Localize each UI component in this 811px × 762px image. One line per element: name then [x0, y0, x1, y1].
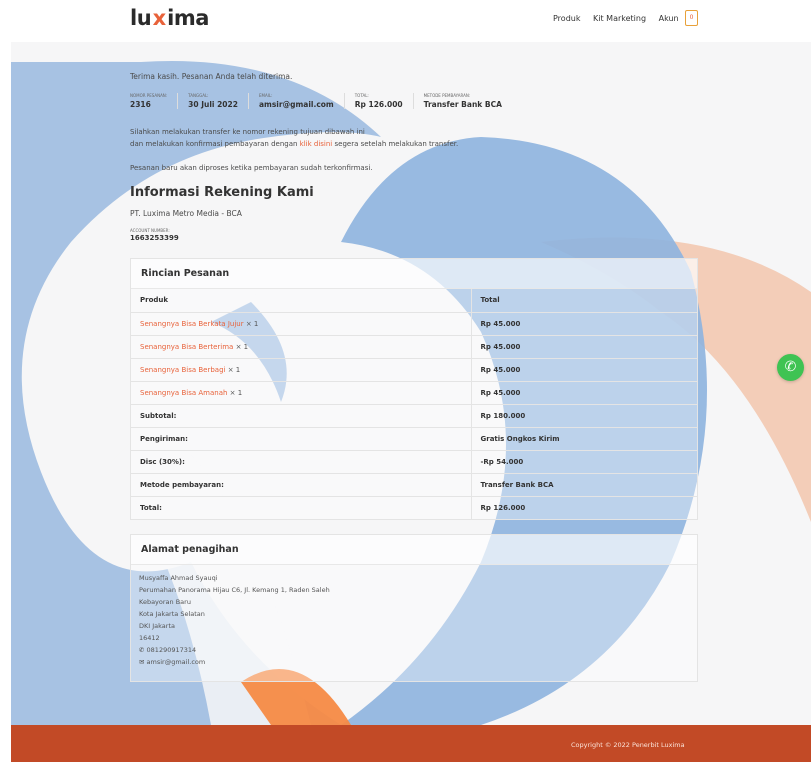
product-link[interactable]: Senangnya Bisa Berbagi [140, 366, 225, 374]
bank-info-title: Informasi Rekening Kami [130, 185, 314, 200]
order-payment-method: METODE PEMBAYARAN: Transfer Bank BCA [412, 93, 512, 109]
site-header: luxima Produk Kit Marketing Akun 0 [0, 0, 811, 42]
billing-postcode: 16412 [139, 634, 160, 642]
site-footer: Copyright © 2022 Penerbit Luxima [11, 725, 811, 762]
whatsapp-chat-icon[interactable]: ✆ [777, 354, 804, 381]
email-icon: ✉ [139, 658, 145, 666]
billing-city: Kota Jakarta Selatan [139, 610, 205, 618]
summary-row-shipping: Pengiriman: Gratis Ongkos Kirim [131, 427, 697, 451]
account-number-label: ACCOUNT NUMBER: [130, 228, 170, 233]
account-number: 1663253399 [130, 234, 179, 242]
product-link[interactable]: Senangnya Bisa Berkata Jujur [140, 320, 244, 328]
bank-account-name: PT. Luxima Metro Media - BCA [130, 209, 242, 218]
billing-address: Musyaffa Ahmad Syauqi Perumahan Panorama… [131, 565, 697, 668]
nav-produk[interactable]: Produk [553, 14, 580, 23]
product-link[interactable]: Senangnya Bisa Berterima [140, 343, 233, 351]
copyright-text: Copyright © 2022 Penerbit Luxima [571, 741, 685, 749]
col-total: Total [470, 289, 697, 313]
thank-you-message: Terima kasih. Pesanan Anda telah diterim… [130, 72, 293, 81]
order-email: EMAIL: amsir@gmail.com [247, 93, 344, 109]
product-link[interactable]: Senangnya Bisa Amanah [140, 389, 227, 397]
order-total: TOTAL: Rp 126.000 [343, 93, 413, 109]
order-details-table: Produk Total Senangnya Bisa Berkata Juju… [131, 289, 697, 520]
table-header-row: Produk Total [131, 289, 697, 313]
cart-icon[interactable]: 0 [685, 10, 698, 26]
billing-district: Kebayoran Baru [139, 598, 191, 606]
order-overview: NOMOR PESANAN: 2316 TANGGAL: 30 Juli 202… [130, 93, 512, 109]
table-row: Senangnya Bisa Berkata Jujur × 1 Rp 45.0… [131, 312, 697, 336]
confirmation-instruction: dan melakukan konfirmasi pembayaran deng… [130, 140, 459, 148]
nav-akun[interactable]: Akun [659, 14, 679, 23]
summary-row-total: Total: Rp 126.000 [131, 496, 697, 520]
logo-x-mark: x [152, 6, 167, 30]
processing-note: Pesanan baru akan diproses ketika pembay… [130, 164, 373, 172]
billing-street: Perumahan Panorama Hijau C6, Jl. Kemang … [139, 586, 330, 594]
billing-name: Musyaffa Ahmad Syauqi [139, 574, 218, 582]
billing-email: ✉ amsir@gmail.com [139, 658, 206, 666]
billing-phone: ✆ 081290917314 [139, 646, 197, 654]
order-number: NOMOR PESANAN: 2316 [130, 93, 168, 109]
order-content: Terima kasih. Pesanan Anda telah diterim… [11, 42, 811, 725]
nav-kit-marketing[interactable]: Kit Marketing [593, 14, 646, 23]
transfer-instruction: Silahkan melakukan transfer ke nomor rek… [130, 128, 365, 136]
table-row: Senangnya Bisa Berbagi × 1 Rp 45.000 [131, 358, 697, 382]
main-nav: Produk Kit Marketing Akun [553, 14, 689, 23]
luxima-logo[interactable]: luxima [130, 6, 209, 30]
col-product: Produk [131, 289, 471, 313]
billing-province: DKI Jakarta [139, 622, 175, 630]
phone-icon: ✆ [139, 646, 145, 654]
order-details-panel: Rincian Pesanan Produk Total Senangnya B… [130, 258, 698, 520]
summary-row-payment-method: Metode pembayaran: Transfer Bank BCA [131, 473, 697, 497]
order-details-title: Rincian Pesanan [131, 259, 697, 289]
order-date: TANGGAL: 30 Juli 2022 [177, 93, 248, 109]
summary-row-subtotal: Subtotal: Rp 180.000 [131, 404, 697, 428]
table-row: Senangnya Bisa Berterima × 1 Rp 45.000 [131, 335, 697, 359]
billing-address-panel: Alamat penagihan Musyaffa Ahmad Syauqi P… [130, 534, 698, 682]
table-row: Senangnya Bisa Amanah × 1 Rp 45.000 [131, 381, 697, 405]
order-received-page: Terima kasih. Pesanan Anda telah diterim… [11, 42, 811, 725]
summary-row-discount: Disc (30%): -Rp 54.000 [131, 450, 697, 474]
confirm-payment-link[interactable]: klik disini [300, 140, 333, 148]
billing-address-title: Alamat penagihan [131, 535, 697, 565]
